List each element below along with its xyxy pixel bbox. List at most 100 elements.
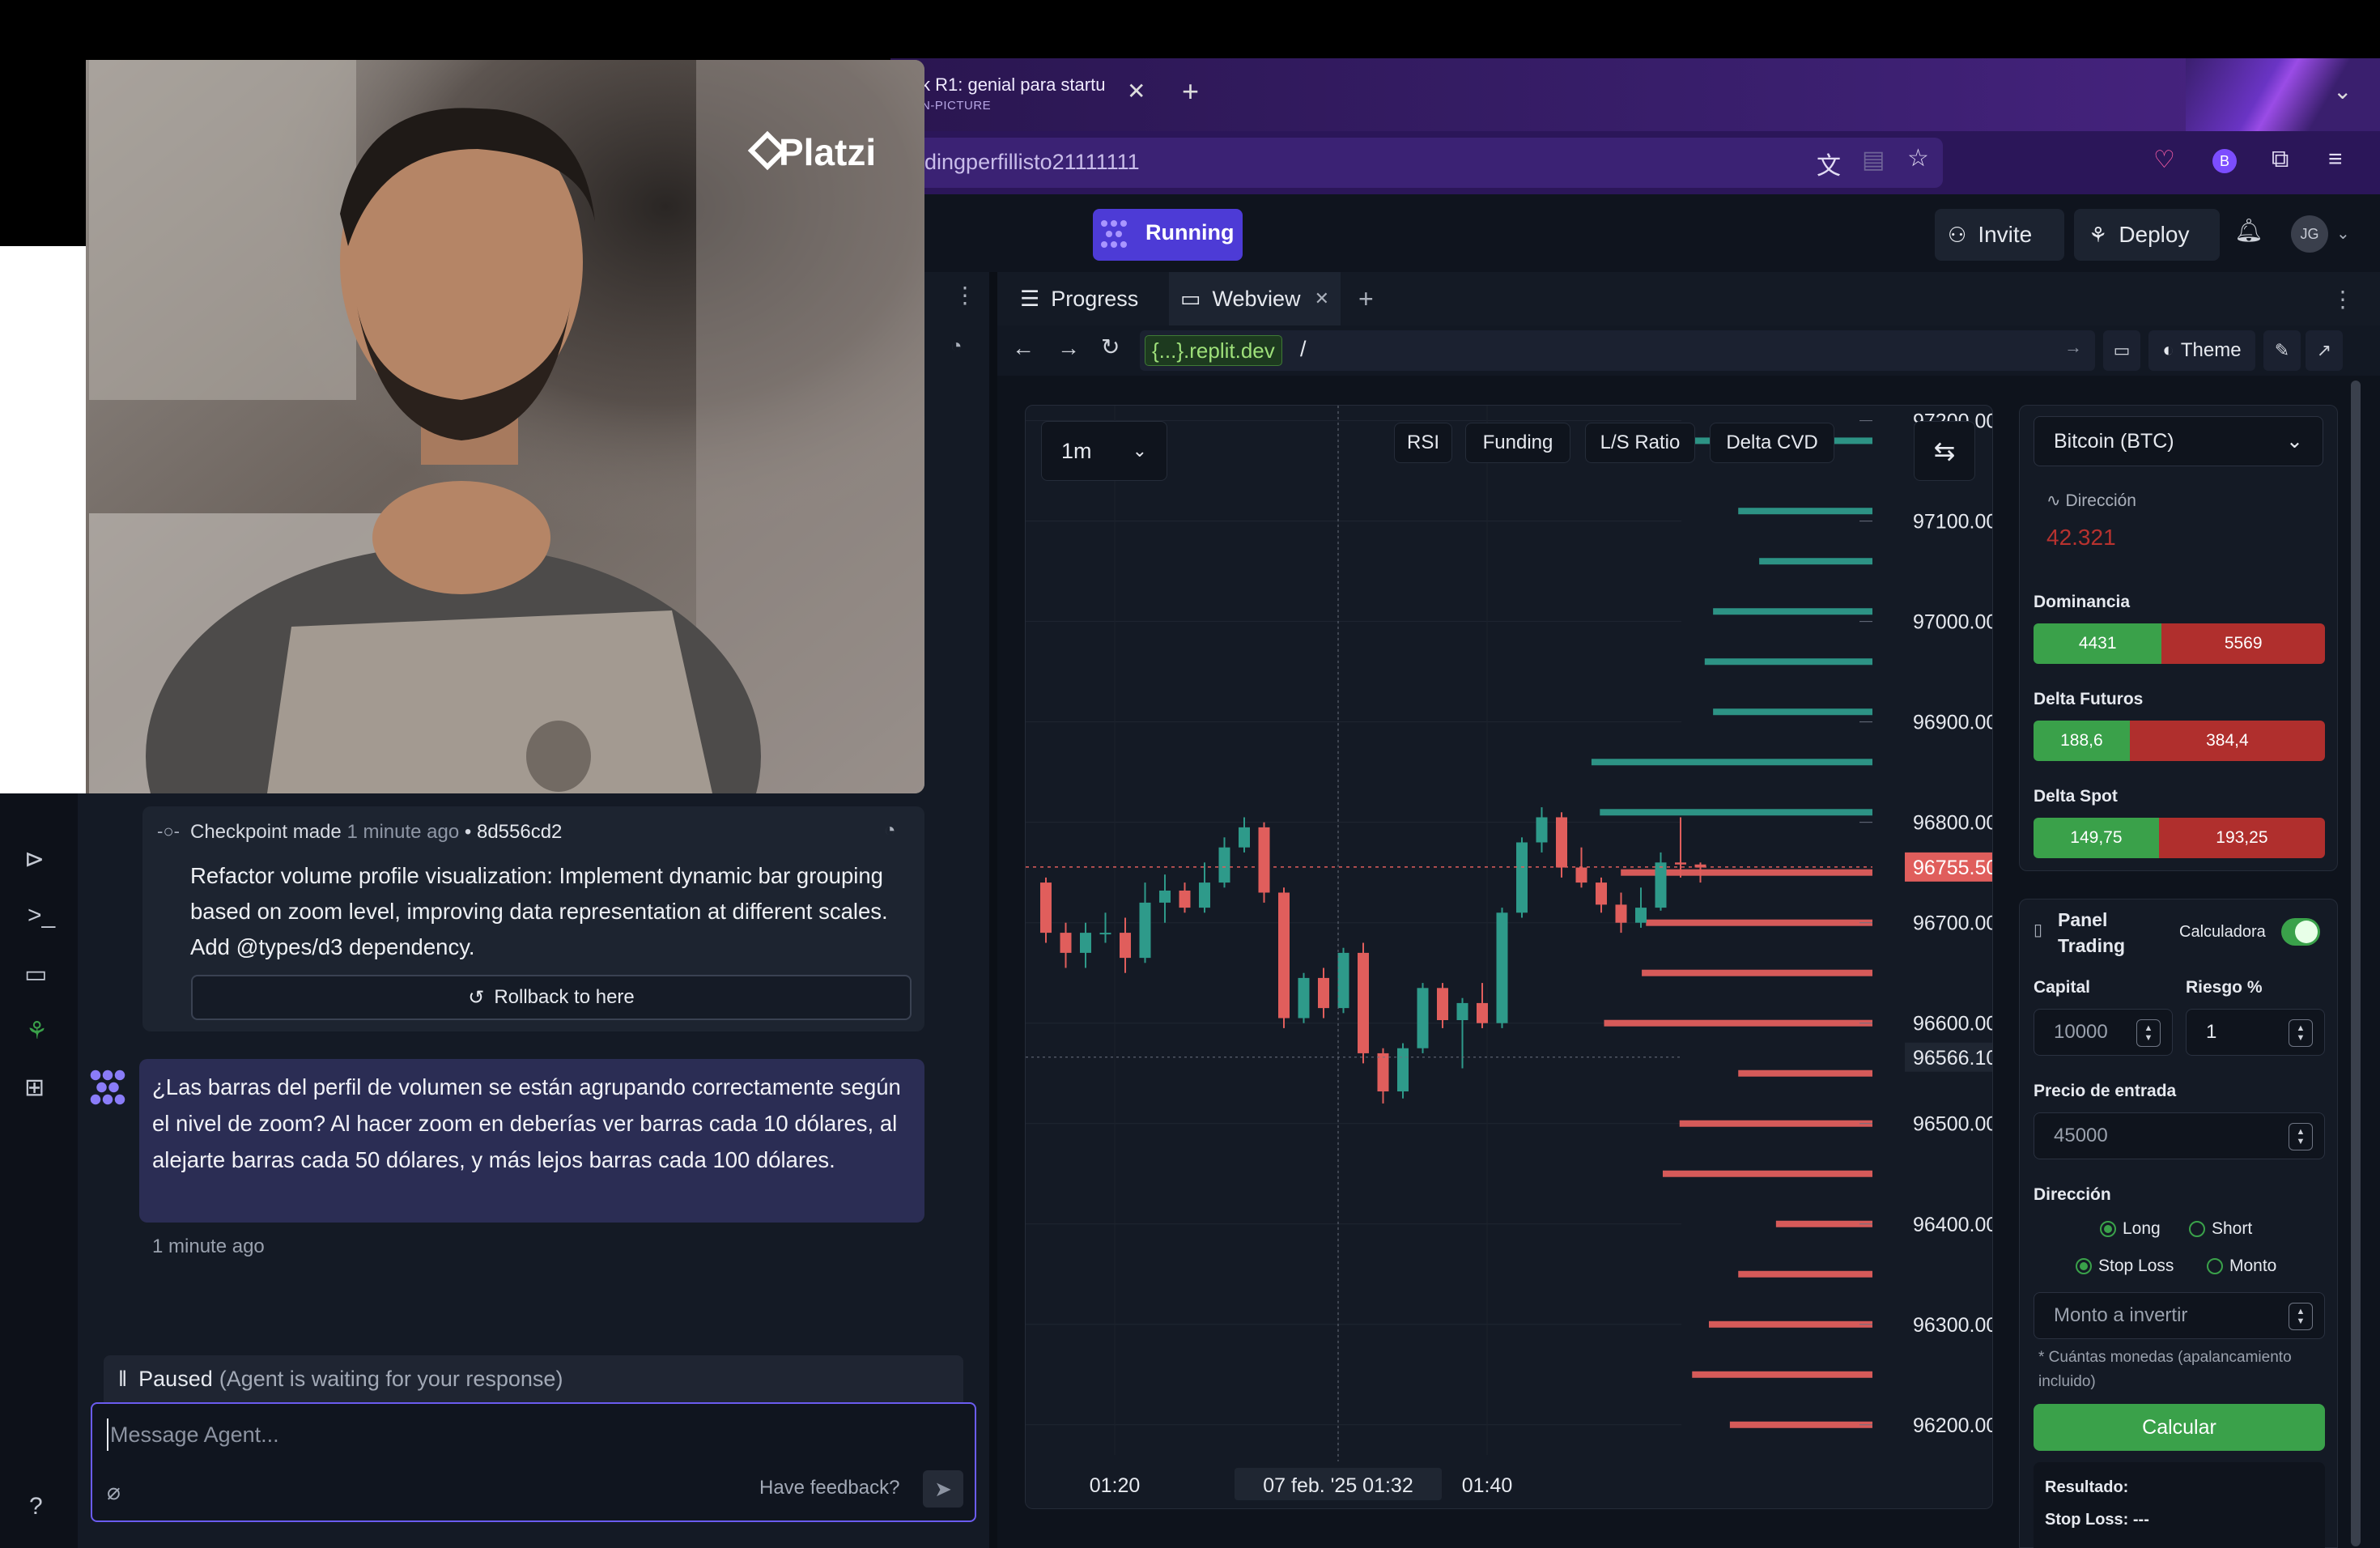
calculate-button[interactable]: Calcular (2034, 1404, 2325, 1451)
webview-host-badge[interactable]: {...}.replit.dev (1145, 335, 1282, 366)
deploy-button[interactable]: ⚘ Deploy (2074, 209, 2220, 261)
entry-stepper-icon[interactable]: ▲ ▼ (2289, 1123, 2313, 1150)
add-tab-icon[interactable]: + (1358, 272, 1374, 325)
usage-gauge-icon[interactable]: ◔ (950, 335, 963, 358)
result-box: Resultado: Stop Loss: --- (2034, 1462, 2325, 1548)
candle-body (1596, 882, 1607, 905)
run-label[interactable]: Running (1145, 220, 1234, 245)
indicator-rsi-button[interactable]: RSI (1394, 423, 1452, 463)
invite-button[interactable]: ⚇ Invite (1935, 209, 2064, 261)
risk-field[interactable]: 1 ▲ ▼ (2186, 1009, 2325, 1056)
calculator-toggle[interactable] (2281, 918, 2320, 946)
theme-button[interactable]: ◐ Theme (2148, 330, 2255, 371)
bookmark-star-icon[interactable]: ☆ (1907, 144, 1929, 172)
message-input[interactable] (107, 1418, 835, 1451)
amount-placeholder: Monto a invertir (2054, 1304, 2188, 1326)
stop-loss-result: Stop Loss: --- (2045, 1511, 2149, 1529)
indicator-ls-ratio-button[interactable]: L/S Ratio (1585, 423, 1695, 463)
radio-stop-loss-dot[interactable] (2076, 1258, 2092, 1274)
amount-field[interactable]: Monto a invertir ▲ ▼ (2034, 1292, 2325, 1339)
avatar-chevron-icon[interactable]: ⌄ (2336, 223, 2350, 244)
radio-stop-loss[interactable]: Stop Loss (2076, 1257, 2174, 1276)
address-bar-text[interactable]: dingperfillisto21111111 (924, 150, 1140, 175)
monitor-icon: ▭ (1180, 286, 1201, 311)
translate-icon[interactable]: 文 (1817, 146, 1841, 181)
radio-long[interactable]: Long (2100, 1219, 2161, 1239)
profile-icon[interactable]: B (2212, 149, 2237, 173)
asset-select[interactable]: Bitcoin (BTC) ⌄ (2034, 416, 2323, 466)
radio-long-dot[interactable] (2100, 1221, 2116, 1237)
candle-body (1099, 933, 1111, 935)
indicator-funding-button[interactable]: Funding (1465, 423, 1570, 463)
close-tab-icon[interactable]: ✕ (1127, 78, 1145, 104)
feedback-link[interactable]: Have feedback? (759, 1477, 899, 1499)
picture-in-picture-video[interactable]: Platzi (0, 60, 924, 793)
volume-profile-bar (1663, 1170, 1872, 1177)
pocket-icon[interactable]: ♡ (2153, 146, 2175, 174)
send-button[interactable]: ➤ (923, 1470, 963, 1508)
go-arrow-icon[interactable]: → (2064, 337, 2082, 358)
indicator-delta-cvd-button[interactable]: Delta CVD (1710, 423, 1834, 463)
notifications-bell-icon[interactable]: 🔔︎ (2234, 217, 2263, 244)
radio-short[interactable]: Short (2189, 1219, 2252, 1239)
webview-path[interactable]: / (1300, 337, 1307, 362)
forward-icon[interactable]: → (1057, 335, 1080, 361)
open-external-icon[interactable]: ↗ (2306, 330, 2343, 371)
rollback-button[interactable]: ↺ Rollback to here (191, 975, 912, 1020)
checkpoint-label: Checkpoint made (190, 821, 342, 843)
send-icon: ➤ (934, 1476, 952, 1501)
palette-icon: ◐ (2162, 339, 2174, 361)
delta-spot-bar: 149,75 193,25 (2034, 818, 2325, 858)
devtools-icon[interactable]: ✎ (2263, 330, 2301, 371)
webview-icon[interactable]: ▭ (24, 960, 47, 989)
deployments-icon[interactable]: ⚘ (26, 1017, 48, 1045)
swap-layout-button[interactable]: ⇆ (1914, 421, 1975, 481)
radio-monto-dot[interactable] (2207, 1258, 2223, 1274)
all-tools-icon[interactable]: ⊞ (24, 1074, 45, 1102)
reload-icon[interactable]: ↻ (1101, 334, 1120, 360)
x-tick-label: 01:40 (1462, 1474, 1513, 1497)
amount-stepper-icon[interactable]: ▲ ▼ (2289, 1303, 2313, 1330)
capital-field[interactable]: 10000 ▲ ▼ (2034, 1009, 2173, 1056)
tab-webview[interactable]: ▭ Webview ✕ (1169, 272, 1341, 325)
new-tab-icon[interactable]: + (1182, 74, 1199, 108)
reader-icon[interactable]: ▤ (1862, 146, 1885, 174)
user-avatar[interactable]: JG (2291, 215, 2328, 253)
pane-menu-icon[interactable]: ⋮ (2331, 272, 2354, 325)
browser-tab-title[interactable]: k R1: genial para startu (921, 74, 1105, 96)
timeframe-select[interactable]: 1m ⌄ (1041, 421, 1167, 481)
candle-body (1060, 933, 1072, 953)
panel-divider[interactable] (989, 272, 997, 1548)
extensions-icon[interactable]: ⧉ (2272, 146, 2289, 173)
y-tick-label: 97100.00 (1913, 511, 1993, 534)
webview-scrollbar[interactable] (2351, 381, 2361, 1546)
webview-address-field[interactable] (1140, 330, 2095, 371)
menu-icon[interactable]: ≡ (2328, 146, 2343, 173)
close-webview-tab-icon[interactable]: ✕ (1315, 288, 1329, 309)
volume-profile-bar (1704, 658, 1872, 666)
attach-icon[interactable]: ⌀ (107, 1478, 121, 1505)
radio-monto-label: Monto (2229, 1257, 2277, 1275)
capital-stepper-icon[interactable]: ▲ ▼ (2136, 1019, 2161, 1047)
risk-stepper-icon[interactable]: ▲ ▼ (2289, 1019, 2313, 1047)
console-icon[interactable]: ⊳ (24, 845, 45, 874)
help-icon[interactable]: ? (29, 1493, 43, 1520)
volume-profile-bar (1713, 708, 1872, 716)
tab-progress[interactable]: ☰ Progress (1007, 272, 1151, 325)
back-icon[interactable]: ← (1012, 335, 1035, 361)
volume-profile-bar (1708, 1320, 1872, 1328)
shell-icon[interactable]: >_ (28, 902, 55, 929)
rollback-icon: ↺ (468, 986, 485, 1009)
candlestick-chart[interactable]: 97200.0097100.0097000.0096900.0096800.00… (1026, 406, 1993, 1509)
device-toggle-icon[interactable]: ▭ (2103, 330, 2140, 371)
radio-short-dot[interactable] (2189, 1221, 2205, 1237)
calculator-toggle-label: Calculadora (2179, 923, 2266, 941)
entry-price-field[interactable]: 45000 ▲ ▼ (2034, 1112, 2325, 1159)
tab-list-chevron-icon[interactable]: ⌄ (2333, 78, 2352, 104)
checkpoint-gauge-icon[interactable]: ◔ (884, 819, 896, 842)
asset-value: Bitcoin (BTC) (2054, 429, 2174, 453)
browser-tab-subtitle: N-PICTURE (921, 99, 992, 113)
radio-monto[interactable]: Monto (2207, 1257, 2276, 1276)
volume-profile-bar (1713, 608, 1872, 615)
agent-panel-menu-icon[interactable]: ⋮ (954, 282, 976, 308)
